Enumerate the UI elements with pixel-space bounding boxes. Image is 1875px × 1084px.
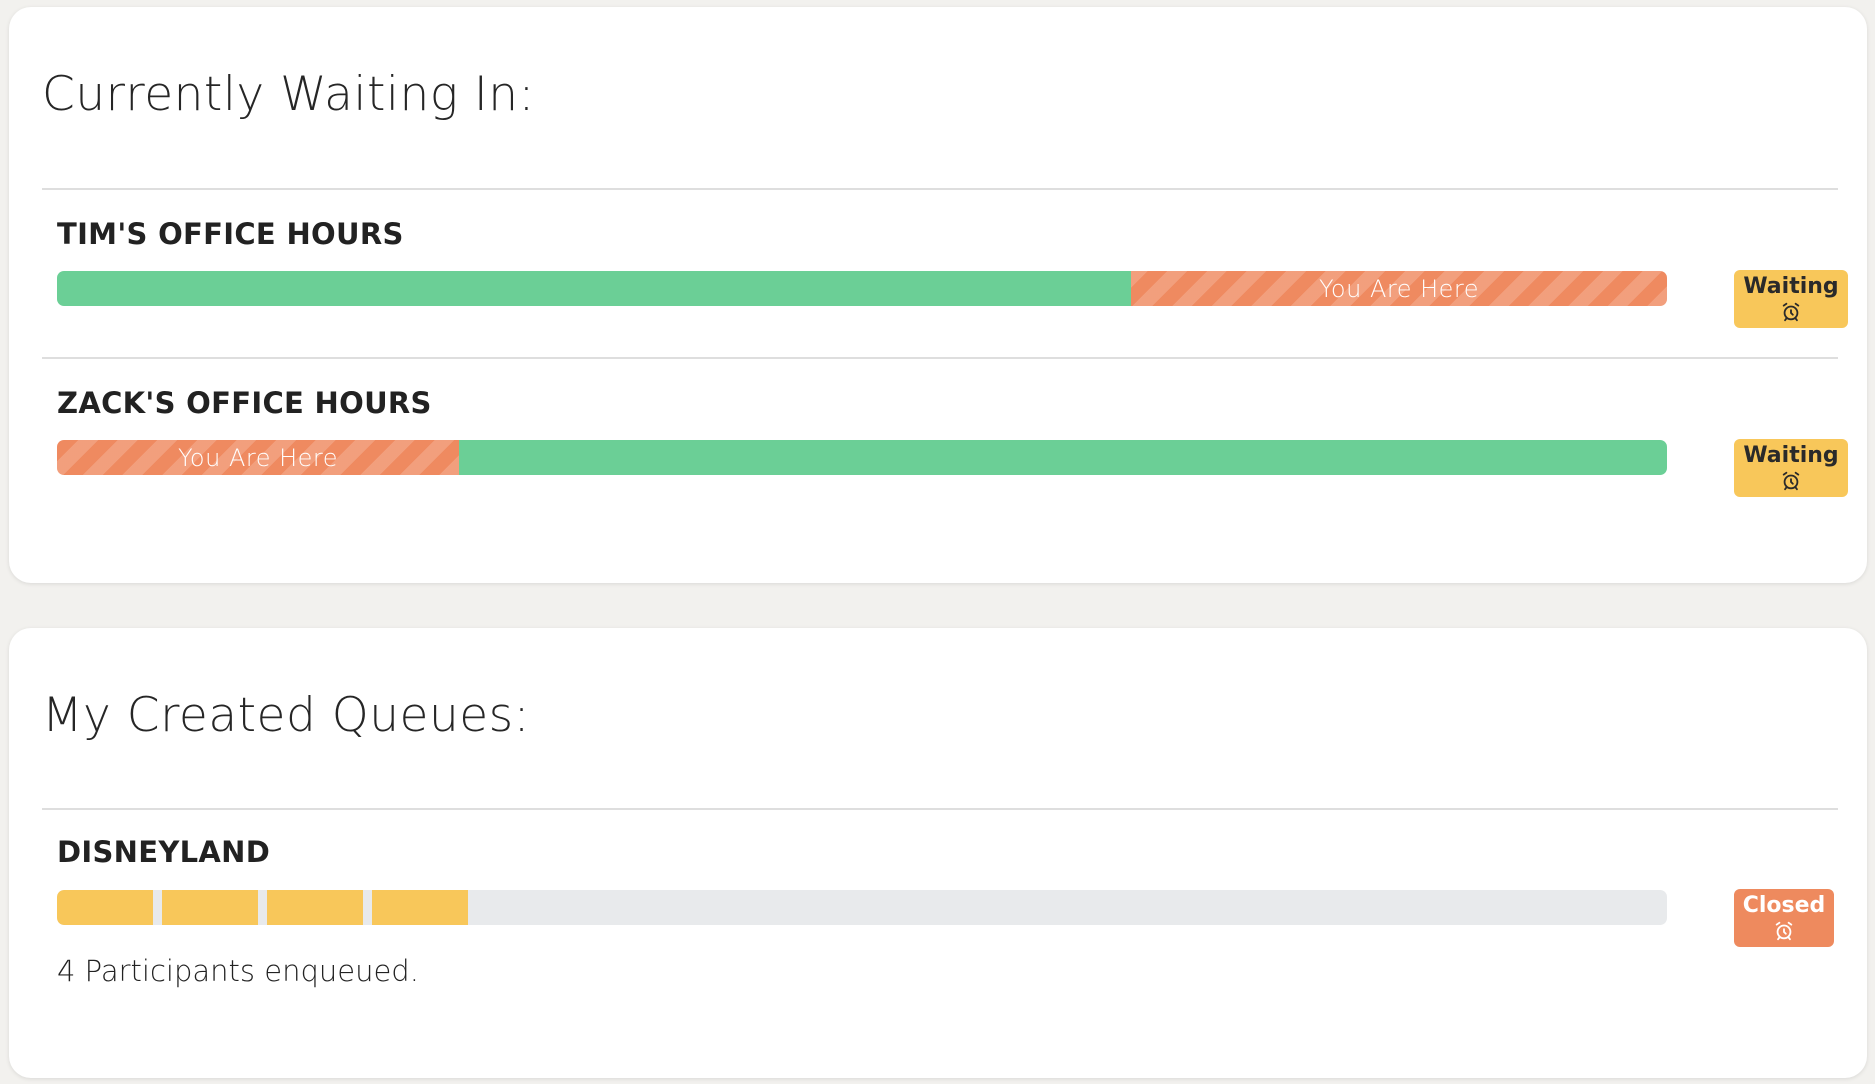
participant-segment bbox=[162, 890, 258, 925]
alarm-clock-icon bbox=[1775, 921, 1793, 940]
you-are-here-segment: You Are Here bbox=[1131, 271, 1667, 306]
you-are-here-segment: You Are Here bbox=[57, 440, 459, 475]
waiting-section-title: Currently Waiting In: bbox=[42, 67, 535, 122]
waiting-queues-card: Currently Waiting In: TIM'S OFFICE HOURS… bbox=[9, 7, 1867, 583]
status-label: Closed bbox=[1742, 892, 1826, 918]
participants-bar bbox=[57, 890, 1667, 925]
created-queues-card: My Created Queues: DISNEYLAND Closed 4 P… bbox=[9, 628, 1867, 1078]
status-label: Waiting bbox=[1743, 442, 1839, 468]
closed-status-button[interactable]: Closed bbox=[1734, 889, 1834, 947]
queue-name: ZACK'S OFFICE HOURS bbox=[57, 386, 432, 420]
waiting-status-button[interactable]: Waiting bbox=[1734, 270, 1848, 328]
queue-behind-segment bbox=[459, 440, 1667, 475]
participant-segment bbox=[57, 890, 153, 925]
participant-segment bbox=[267, 890, 363, 925]
divider bbox=[42, 357, 1838, 359]
alarm-clock-icon bbox=[1782, 471, 1800, 490]
alarm-clock-icon bbox=[1782, 302, 1800, 321]
queue-ahead-segment bbox=[57, 271, 1131, 306]
queue-name: TIM'S OFFICE HOURS bbox=[57, 217, 404, 251]
queue-progress-bar: You Are Here bbox=[57, 440, 1667, 475]
participant-segment bbox=[372, 890, 468, 925]
queue-progress-bar: You Are Here bbox=[57, 271, 1667, 306]
waiting-status-button[interactable]: Waiting bbox=[1734, 439, 1848, 497]
divider bbox=[42, 808, 1838, 810]
participants-count-text: 4 Participants enqueued. bbox=[57, 954, 419, 988]
created-section-title: My Created Queues: bbox=[42, 688, 530, 743]
queue-name: DISNEYLAND bbox=[57, 835, 271, 869]
status-label: Waiting bbox=[1743, 273, 1839, 299]
divider bbox=[42, 188, 1838, 190]
